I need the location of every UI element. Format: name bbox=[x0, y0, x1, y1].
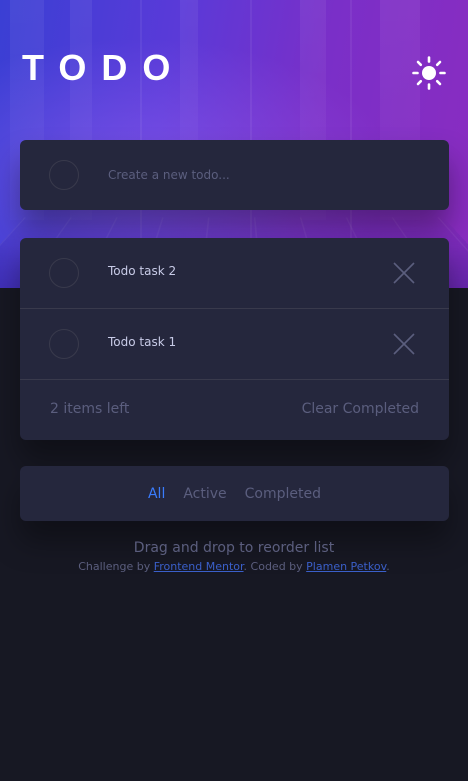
theme-toggle-button[interactable] bbox=[411, 55, 447, 91]
attribution: Challenge by Frontend Mentor. Coded by P… bbox=[0, 560, 468, 573]
sun-icon bbox=[412, 56, 446, 90]
todo-check-circle[interactable] bbox=[49, 329, 79, 359]
new-todo-check-circle[interactable] bbox=[49, 160, 79, 190]
todo-check-circle[interactable] bbox=[49, 258, 79, 288]
filter-bar: All Active Completed bbox=[20, 466, 449, 521]
page: TODO Todo task 2 bbox=[0, 0, 468, 781]
author-link[interactable]: Plamen Petkov bbox=[306, 560, 386, 573]
delete-todo-button[interactable] bbox=[392, 332, 416, 356]
filter-active-button[interactable]: Active bbox=[183, 486, 226, 502]
filter-completed-button[interactable]: Completed bbox=[245, 486, 321, 502]
attribution-suffix: . bbox=[386, 560, 390, 573]
todo-item-text[interactable]: Todo task 2 bbox=[108, 264, 176, 278]
todo-item-text[interactable]: Todo task 1 bbox=[108, 335, 176, 349]
todo-item[interactable]: Todo task 2 bbox=[20, 238, 449, 309]
attribution-middle: . Coded by bbox=[243, 560, 307, 573]
clear-completed-button[interactable]: Clear Completed bbox=[302, 401, 419, 417]
frontend-mentor-link[interactable]: Frontend Mentor bbox=[154, 560, 244, 573]
todo-item[interactable]: Todo task 1 bbox=[20, 309, 449, 380]
close-icon bbox=[393, 262, 415, 284]
attribution-prefix: Challenge by bbox=[78, 560, 154, 573]
new-todo-input[interactable] bbox=[108, 162, 428, 188]
items-left-count: 2 items left bbox=[50, 401, 130, 417]
delete-todo-button[interactable] bbox=[392, 261, 416, 285]
create-todo-card bbox=[20, 140, 449, 210]
drag-drop-hint: Drag and drop to reorder list bbox=[133, 540, 335, 556]
list-footer: 2 items left Clear Completed bbox=[20, 380, 449, 440]
app-title: TODO bbox=[22, 47, 186, 88]
close-icon bbox=[393, 333, 415, 355]
todo-list-card: Todo task 2 Todo task 1 2 items left Cle… bbox=[20, 238, 449, 440]
filter-all-button[interactable]: All bbox=[148, 486, 165, 502]
